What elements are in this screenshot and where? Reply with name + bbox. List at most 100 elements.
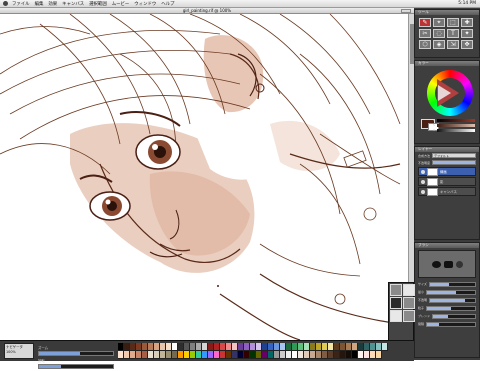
menu-effects[interactable]: 効果 [48,1,57,7]
slider-fill [427,290,456,294]
brush-param-label: 間隔 [418,322,425,326]
opacity-label: 不透明度 [418,160,431,165]
palette-swatch[interactable] [376,351,382,359]
visibility-eye-icon[interactable] [421,179,425,184]
zoom-controls: ズーム 回転 [38,345,114,371]
visibility-eye-icon[interactable] [421,169,425,174]
brush-blend-slider[interactable] [432,313,476,319]
square-dab-icon[interactable] [443,260,453,268]
dropper-tool-button[interactable]: ⌖ [433,18,445,27]
menu-select[interactable]: 選択範囲 [89,1,107,7]
magic-wand-tool-button[interactable]: ✦ [461,29,473,38]
pattern-button[interactable] [390,297,402,309]
artwork-illustration [0,14,401,340]
opacity-row: 不透明度 [415,159,479,166]
value-slider[interactable] [437,129,475,132]
menu-canvas[interactable]: キャンバス [62,1,84,7]
rotate-label: 回転 [38,359,45,363]
menu-bar: ファイル 編集 効果 キャンバス 選択範囲 ムービー ウィンドウ ヘルプ 5:1… [0,0,480,8]
nozzle-button[interactable] [403,310,415,322]
layer-panel: レイヤー 合成方法 デフォルト 不透明度 線画 影 キャンバス [414,146,480,240]
move-tool-button[interactable]: ✚ [461,18,473,27]
brush-min-size-slider[interactable] [426,289,476,295]
brush-param-row: サイズ [415,280,479,288]
menubar-clock: 5:14 PM [458,1,476,6]
color-panel-title[interactable]: カラー [415,61,479,66]
bottom-status-bar: ナビゲータ 100% ズーム 回転 [0,340,414,369]
brush-param-row: 粒子 [415,304,479,312]
window-zoom-box[interactable] [401,9,411,13]
soft-dab-icon[interactable] [455,260,463,268]
composite-row: 合成方法 デフォルト [415,152,479,159]
brush-spacing-slider[interactable] [426,321,476,327]
text-tool-button[interactable]: T [447,29,459,38]
brush-param-label: 粒子 [418,306,425,310]
slider-fill [433,314,448,318]
menu-edit[interactable]: 編集 [35,1,44,7]
layer-thumbnail [427,167,438,176]
menu-window[interactable]: ウィンドウ [134,1,156,7]
crop-tool-button[interactable]: ✂ [419,29,431,38]
brush-param-row: ブレンド [415,312,479,320]
rotate-slider[interactable] [38,364,114,369]
hue-label: H [433,118,436,122]
saturation-slider[interactable] [437,124,475,127]
rotate-slider-fill [39,365,62,368]
brush-param-label: ブレンド [418,314,431,318]
tools-panel: ツール ✎ ⌖ ⬚ ✚ ✂ ◌ T ✦ ⬡ ◈ ⇲ ✥ [414,9,480,58]
slider-fill [430,298,466,302]
brush-param-row: 間隔 [415,320,479,328]
brush-grain-slider[interactable] [426,305,476,311]
drawing-canvas[interactable] [0,14,414,340]
composite-label: 合成方法 [418,153,431,158]
layer-item[interactable]: 線画 [418,167,476,176]
color-set-palette [118,343,388,359]
brush-opacity-slider[interactable] [429,297,476,303]
visibility-eye-icon[interactable] [421,189,425,194]
paper-color-button[interactable] [403,284,415,296]
navigator-box[interactable]: ナビゲータ 100% [4,343,34,359]
gradient-button[interactable] [403,297,415,309]
brush-param-row: 不透明 [415,296,479,304]
brush-dab-preview[interactable] [418,250,476,278]
triangle-highlight [438,85,451,101]
layer-item[interactable]: キャンバス [418,187,476,196]
menu-help[interactable]: ヘルプ [161,1,174,7]
layer-opacity-slider[interactable] [432,160,476,165]
brush-param-label: サイズ [418,282,427,286]
navigator-line: 100% [6,350,16,354]
palette-swatch[interactable] [382,343,388,351]
brush-param-row: 最小 [415,288,479,296]
zoom-label: ズーム [38,346,49,350]
rotate-tool-button[interactable]: ⇲ [447,40,459,49]
layer-item[interactable]: 影 [418,177,476,186]
value-label: V [433,128,436,132]
document-title: girl_painting.rif @ 100% [182,8,232,13]
layer-name: 線画 [440,170,447,174]
rect-select-tool-button[interactable]: ⬚ [447,18,459,27]
zoom-slider[interactable] [38,351,114,356]
shape-tool-button[interactable]: ⬡ [419,40,431,49]
layer-name: キャンバス [440,190,457,194]
zoom-slider-fill [39,352,80,355]
lasso-tool-button[interactable]: ◌ [433,29,445,38]
grabber-tool-button[interactable]: ✥ [461,40,473,49]
composite-method-select[interactable]: デフォルト [432,153,476,158]
brush-panel-title[interactable]: ブラシ [415,243,479,248]
round-dab-icon[interactable] [431,260,441,268]
fill-tool-button[interactable]: ◈ [433,40,445,49]
slider-fill [427,322,439,326]
apple-menu-icon[interactable] [3,1,8,6]
brush-param-label: 最小 [418,290,425,294]
paper-texture-button[interactable] [390,284,402,296]
brush-panel: ブラシ サイズ 最小 不透明 粒子 ブレンド 間隔 [414,242,480,358]
menu-movie[interactable]: ムービー [112,1,130,7]
brush-param-label: 不透明 [418,298,428,302]
brush-tool-button[interactable]: ✎ [419,18,431,27]
brush-size-slider[interactable] [428,281,476,287]
layer-thumbnail [427,177,438,186]
layer-thumbnail [427,187,438,196]
menu-file[interactable]: ファイル [12,1,30,7]
weave-button[interactable] [390,310,402,322]
hue-slider[interactable] [437,119,475,122]
